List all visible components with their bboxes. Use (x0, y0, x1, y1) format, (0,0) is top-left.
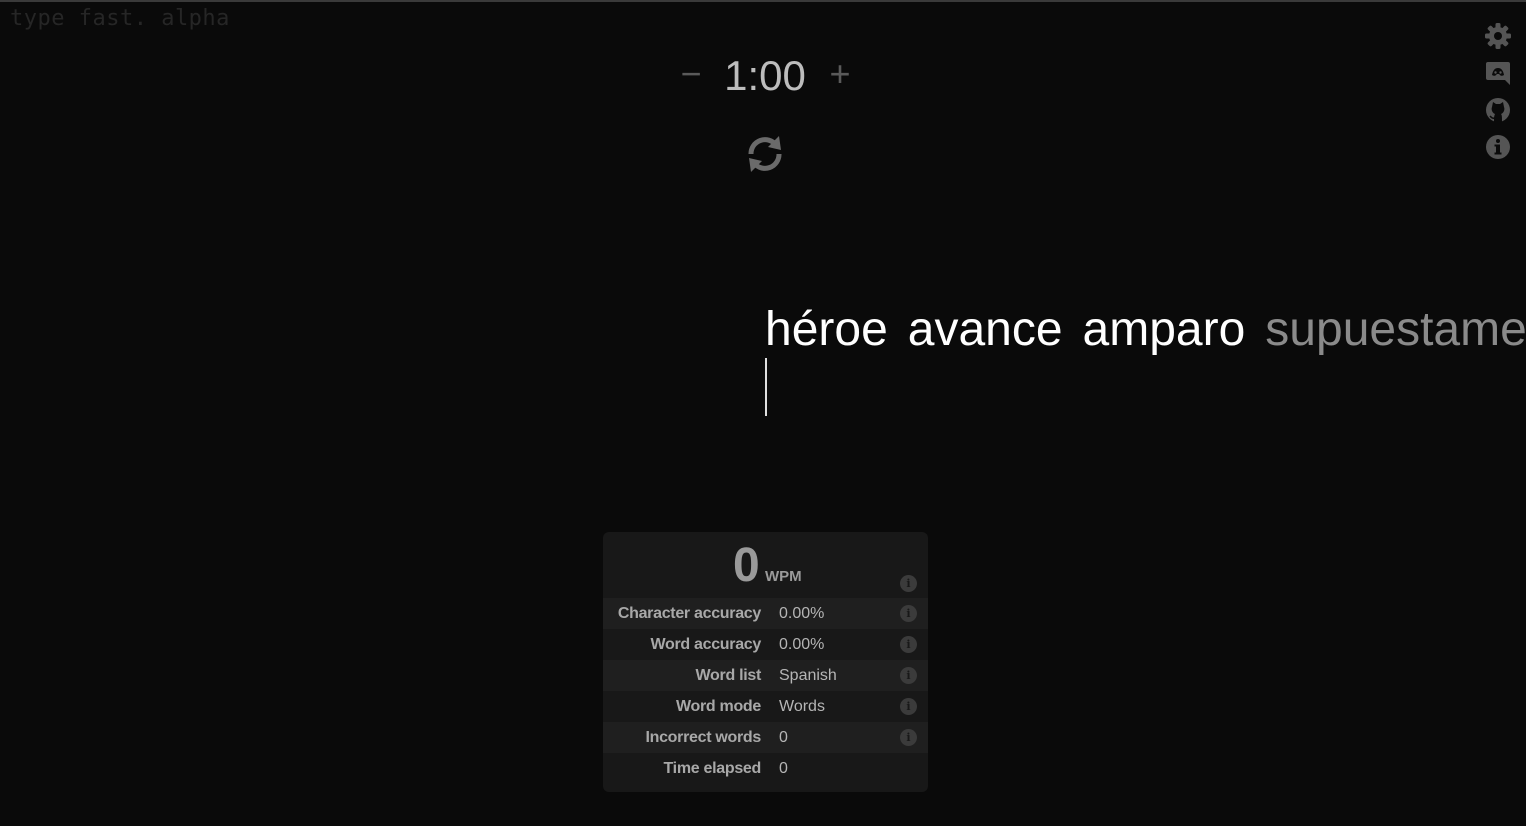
app-window: type fast. alpha − 1:00 + héroe avance a… (0, 0, 1526, 826)
gear-icon[interactable] (1484, 22, 1512, 50)
info-icon[interactable]: i (900, 667, 917, 684)
discord-icon[interactable] (1484, 59, 1512, 87)
typing-words[interactable]: héroe avance amparo supuestame (765, 298, 1526, 362)
stat-value: 0 (779, 760, 788, 777)
stat-row-incorrect-words: Incorrect words 0 i (603, 722, 928, 753)
stat-row-word-mode: Word mode Words i (603, 691, 928, 722)
github-icon[interactable] (1484, 96, 1512, 124)
word-fading: supuestame (1265, 303, 1526, 356)
stat-value: 0.00% (779, 636, 825, 653)
stat-row-character-accuracy: Character accuracy 0.00% i (603, 598, 928, 629)
stat-value: 0 (779, 729, 788, 746)
timer-display: 1:00 (724, 52, 806, 99)
stat-row-word-list: Word list Spanish i (603, 660, 928, 691)
stat-value: Words (779, 698, 825, 715)
brand-logo: type fast. alpha (10, 6, 230, 31)
restart-button[interactable] (743, 132, 787, 176)
refresh-icon (748, 136, 782, 172)
stat-value: 0.00% (779, 605, 825, 622)
stat-label: Word accuracy (650, 636, 761, 653)
info-icon[interactable]: i (900, 575, 917, 592)
info-icon[interactable]: i (900, 729, 917, 746)
info-icon[interactable] (1484, 133, 1512, 161)
word-upcoming: avance (907, 303, 1063, 356)
word-upcoming: amparo (1082, 303, 1246, 356)
word-current: héroe (765, 303, 888, 356)
stat-label: Time elapsed (663, 760, 762, 777)
stat-label: Character accuracy (617, 605, 761, 622)
increase-time-button[interactable]: + (823, 54, 857, 94)
stat-value: Spanish (779, 667, 837, 684)
stat-label: Word mode (675, 698, 761, 715)
stat-row-word-accuracy: Word accuracy 0.00% i (603, 629, 928, 660)
stat-label: Word list (695, 667, 762, 684)
stat-label: Incorrect words (645, 729, 761, 746)
wpm-unit: WPM (765, 568, 802, 585)
info-icon[interactable]: i (900, 698, 917, 715)
stat-row-time-elapsed: Time elapsed 0 (603, 753, 928, 784)
info-icon[interactable]: i (900, 605, 917, 622)
side-toolbar (1484, 22, 1514, 170)
timer-controls: − 1:00 + (0, 48, 1526, 104)
typing-caret (765, 358, 767, 416)
info-icon[interactable]: i (900, 636, 917, 653)
stats-panel: 0 WPM i Character accuracy 0.00% i Word … (603, 532, 928, 792)
wpm-display: 0 WPM i (603, 532, 928, 598)
wpm-value: 0 (733, 539, 760, 592)
